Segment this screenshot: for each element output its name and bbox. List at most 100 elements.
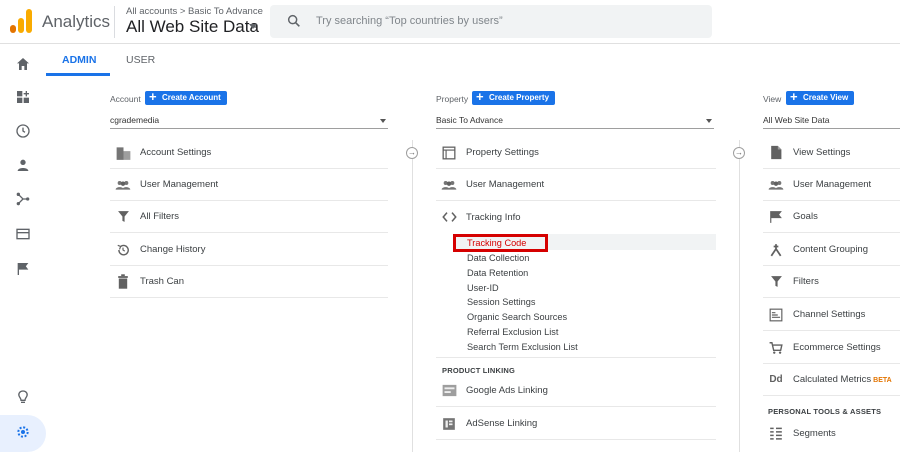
user-id-link[interactable]: User-ID: [467, 283, 499, 293]
google-ads-linking-item[interactable]: Google Ads Linking: [436, 375, 716, 407]
view-filters-label: Filters: [793, 276, 819, 287]
view-selector[interactable]: All Web Site Data: [763, 113, 900, 129]
users-icon: [115, 177, 131, 193]
account-column-label: Account: [110, 94, 141, 104]
calculated-metrics-item[interactable]: Dd Calculated Metrics BETA: [763, 364, 900, 396]
view-user-management-item[interactable]: User Management: [763, 169, 900, 201]
view-filters-item[interactable]: Filters: [763, 266, 900, 298]
arrow-right-icon: →: [733, 147, 745, 159]
view-selected-value: All Web Site Data: [763, 115, 830, 125]
tracking-info-label: Tracking Info: [466, 211, 521, 223]
chevron-down-icon[interactable]: [249, 24, 257, 29]
account-settings-item[interactable]: Account Settings: [110, 137, 388, 169]
change-history-item[interactable]: Change History: [110, 234, 388, 266]
users-icon: [441, 177, 457, 193]
arrow-right-icon: →: [406, 147, 418, 159]
acquisition-icon[interactable]: [13, 189, 33, 209]
account-breadcrumb[interactable]: All accounts > Basic To Advance: [126, 6, 263, 17]
view-settings-item[interactable]: View Settings: [763, 137, 900, 169]
history-icon: [115, 242, 131, 258]
adsense-icon: [441, 416, 457, 432]
chevron-down-icon: [706, 119, 712, 123]
data-collection-link[interactable]: Data Collection: [467, 253, 529, 263]
document-icon: [768, 145, 784, 161]
create-property-button[interactable]: Create Property: [472, 90, 556, 105]
property-settings-item[interactable]: Property Settings: [436, 137, 716, 169]
beta-badge: BETA: [873, 377, 892, 384]
building-icon: [115, 145, 131, 161]
top-bar: Analytics All accounts > Basic To Advanc…: [0, 0, 900, 44]
property-selector[interactable]: Basic To Advance: [436, 113, 714, 129]
personal-tools-heading: PERSONAL TOOLS & ASSETS: [768, 407, 882, 416]
calculated-metrics-text: Calculated Metrics: [793, 374, 872, 385]
all-filters-item[interactable]: All Filters: [110, 201, 388, 233]
channel-settings-item[interactable]: Channel Settings: [763, 299, 900, 331]
tab-bar: ADMIN USER: [46, 44, 900, 76]
trash-can-item[interactable]: Trash Can: [110, 266, 388, 298]
channel-settings-label: Channel Settings: [793, 309, 866, 320]
ecommerce-settings-label: Ecommerce Settings: [793, 342, 881, 353]
flag-icon: [768, 209, 784, 225]
account-settings-label: Account Settings: [140, 147, 212, 158]
conversions-icon[interactable]: [13, 259, 33, 279]
search-term-exclusion-list-link[interactable]: Search Term Exclusion List: [467, 342, 578, 352]
calculated-metrics-icon: Dd: [769, 374, 783, 385]
customization-icon[interactable]: [13, 87, 33, 107]
property-settings-icon: [441, 145, 457, 161]
organic-search-sources-link[interactable]: Organic Search Sources: [467, 312, 567, 322]
adsense-linking-item[interactable]: AdSense Linking: [436, 408, 716, 440]
account-selected-value: cgrademedia: [110, 115, 160, 125]
segments-item[interactable]: Segments: [763, 417, 900, 449]
admin-gear-icon[interactable]: [13, 422, 33, 442]
product-linking-heading: PRODUCT LINKING: [442, 366, 515, 375]
session-settings-link[interactable]: Session Settings: [467, 297, 535, 307]
goals-item[interactable]: Goals: [763, 201, 900, 233]
divider: [436, 357, 716, 358]
create-view-button[interactable]: Create View: [786, 90, 855, 105]
google-ads-icon: [441, 383, 457, 399]
property-column-label: Property: [436, 94, 469, 104]
tracking-info-item[interactable]: Tracking Info: [436, 201, 716, 233]
side-navigation: [0, 44, 46, 452]
data-retention-link[interactable]: Data Retention: [467, 268, 528, 278]
create-account-button[interactable]: Create Account: [145, 90, 227, 105]
account-selector[interactable]: cgrademedia: [110, 113, 388, 129]
tab-user[interactable]: USER: [126, 54, 155, 66]
realtime-icon[interactable]: [13, 121, 33, 141]
referral-exclusion-list-link[interactable]: Referral Exclusion List: [467, 327, 558, 337]
property-settings-label: Property Settings: [466, 147, 539, 158]
search-icon: [286, 13, 302, 34]
property-user-management-item[interactable]: User Management: [436, 169, 716, 201]
chevron-down-icon: [380, 119, 386, 123]
view-settings-label: View Settings: [793, 147, 851, 158]
trash-can-label: Trash Can: [140, 276, 184, 287]
search-bar[interactable]: Try searching “Top countries by users”: [270, 5, 712, 38]
tracking-code-highlight-box: [453, 234, 548, 252]
calculated-metrics-label: Calculated Metrics BETA: [793, 374, 892, 385]
view-column-label: View: [763, 94, 782, 104]
adsense-linking-label: AdSense Linking: [466, 418, 538, 429]
tab-admin[interactable]: ADMIN: [62, 54, 96, 66]
home-icon[interactable]: [13, 54, 33, 74]
segments-icon: [768, 425, 784, 441]
property-selected-value: Basic To Advance: [436, 115, 503, 125]
account-user-management-item[interactable]: User Management: [110, 169, 388, 201]
channel-settings-icon: [768, 307, 784, 323]
search-placeholder: Try searching “Top countries by users”: [316, 15, 503, 27]
discover-lightbulb-icon[interactable]: [13, 387, 33, 407]
code-brackets-icon: [441, 209, 457, 225]
account-user-management-label: User Management: [140, 179, 219, 190]
change-history-label: Change History: [140, 244, 206, 255]
header-divider: [114, 6, 115, 38]
audience-icon[interactable]: [13, 155, 33, 175]
shopping-cart-icon: [768, 340, 784, 356]
column-separator: [412, 140, 413, 452]
google-ads-linking-label: Google Ads Linking: [466, 385, 548, 396]
ecommerce-settings-item[interactable]: Ecommerce Settings: [763, 332, 900, 364]
content-grouping-item[interactable]: Content Grouping: [763, 234, 900, 266]
behavior-icon[interactable]: [13, 224, 33, 244]
account-view-selector[interactable]: All Web Site Data: [126, 17, 259, 37]
filter-icon: [768, 274, 784, 290]
property-user-management-label: User Management: [466, 179, 545, 190]
analytics-logo-icon[interactable]: [10, 9, 32, 33]
